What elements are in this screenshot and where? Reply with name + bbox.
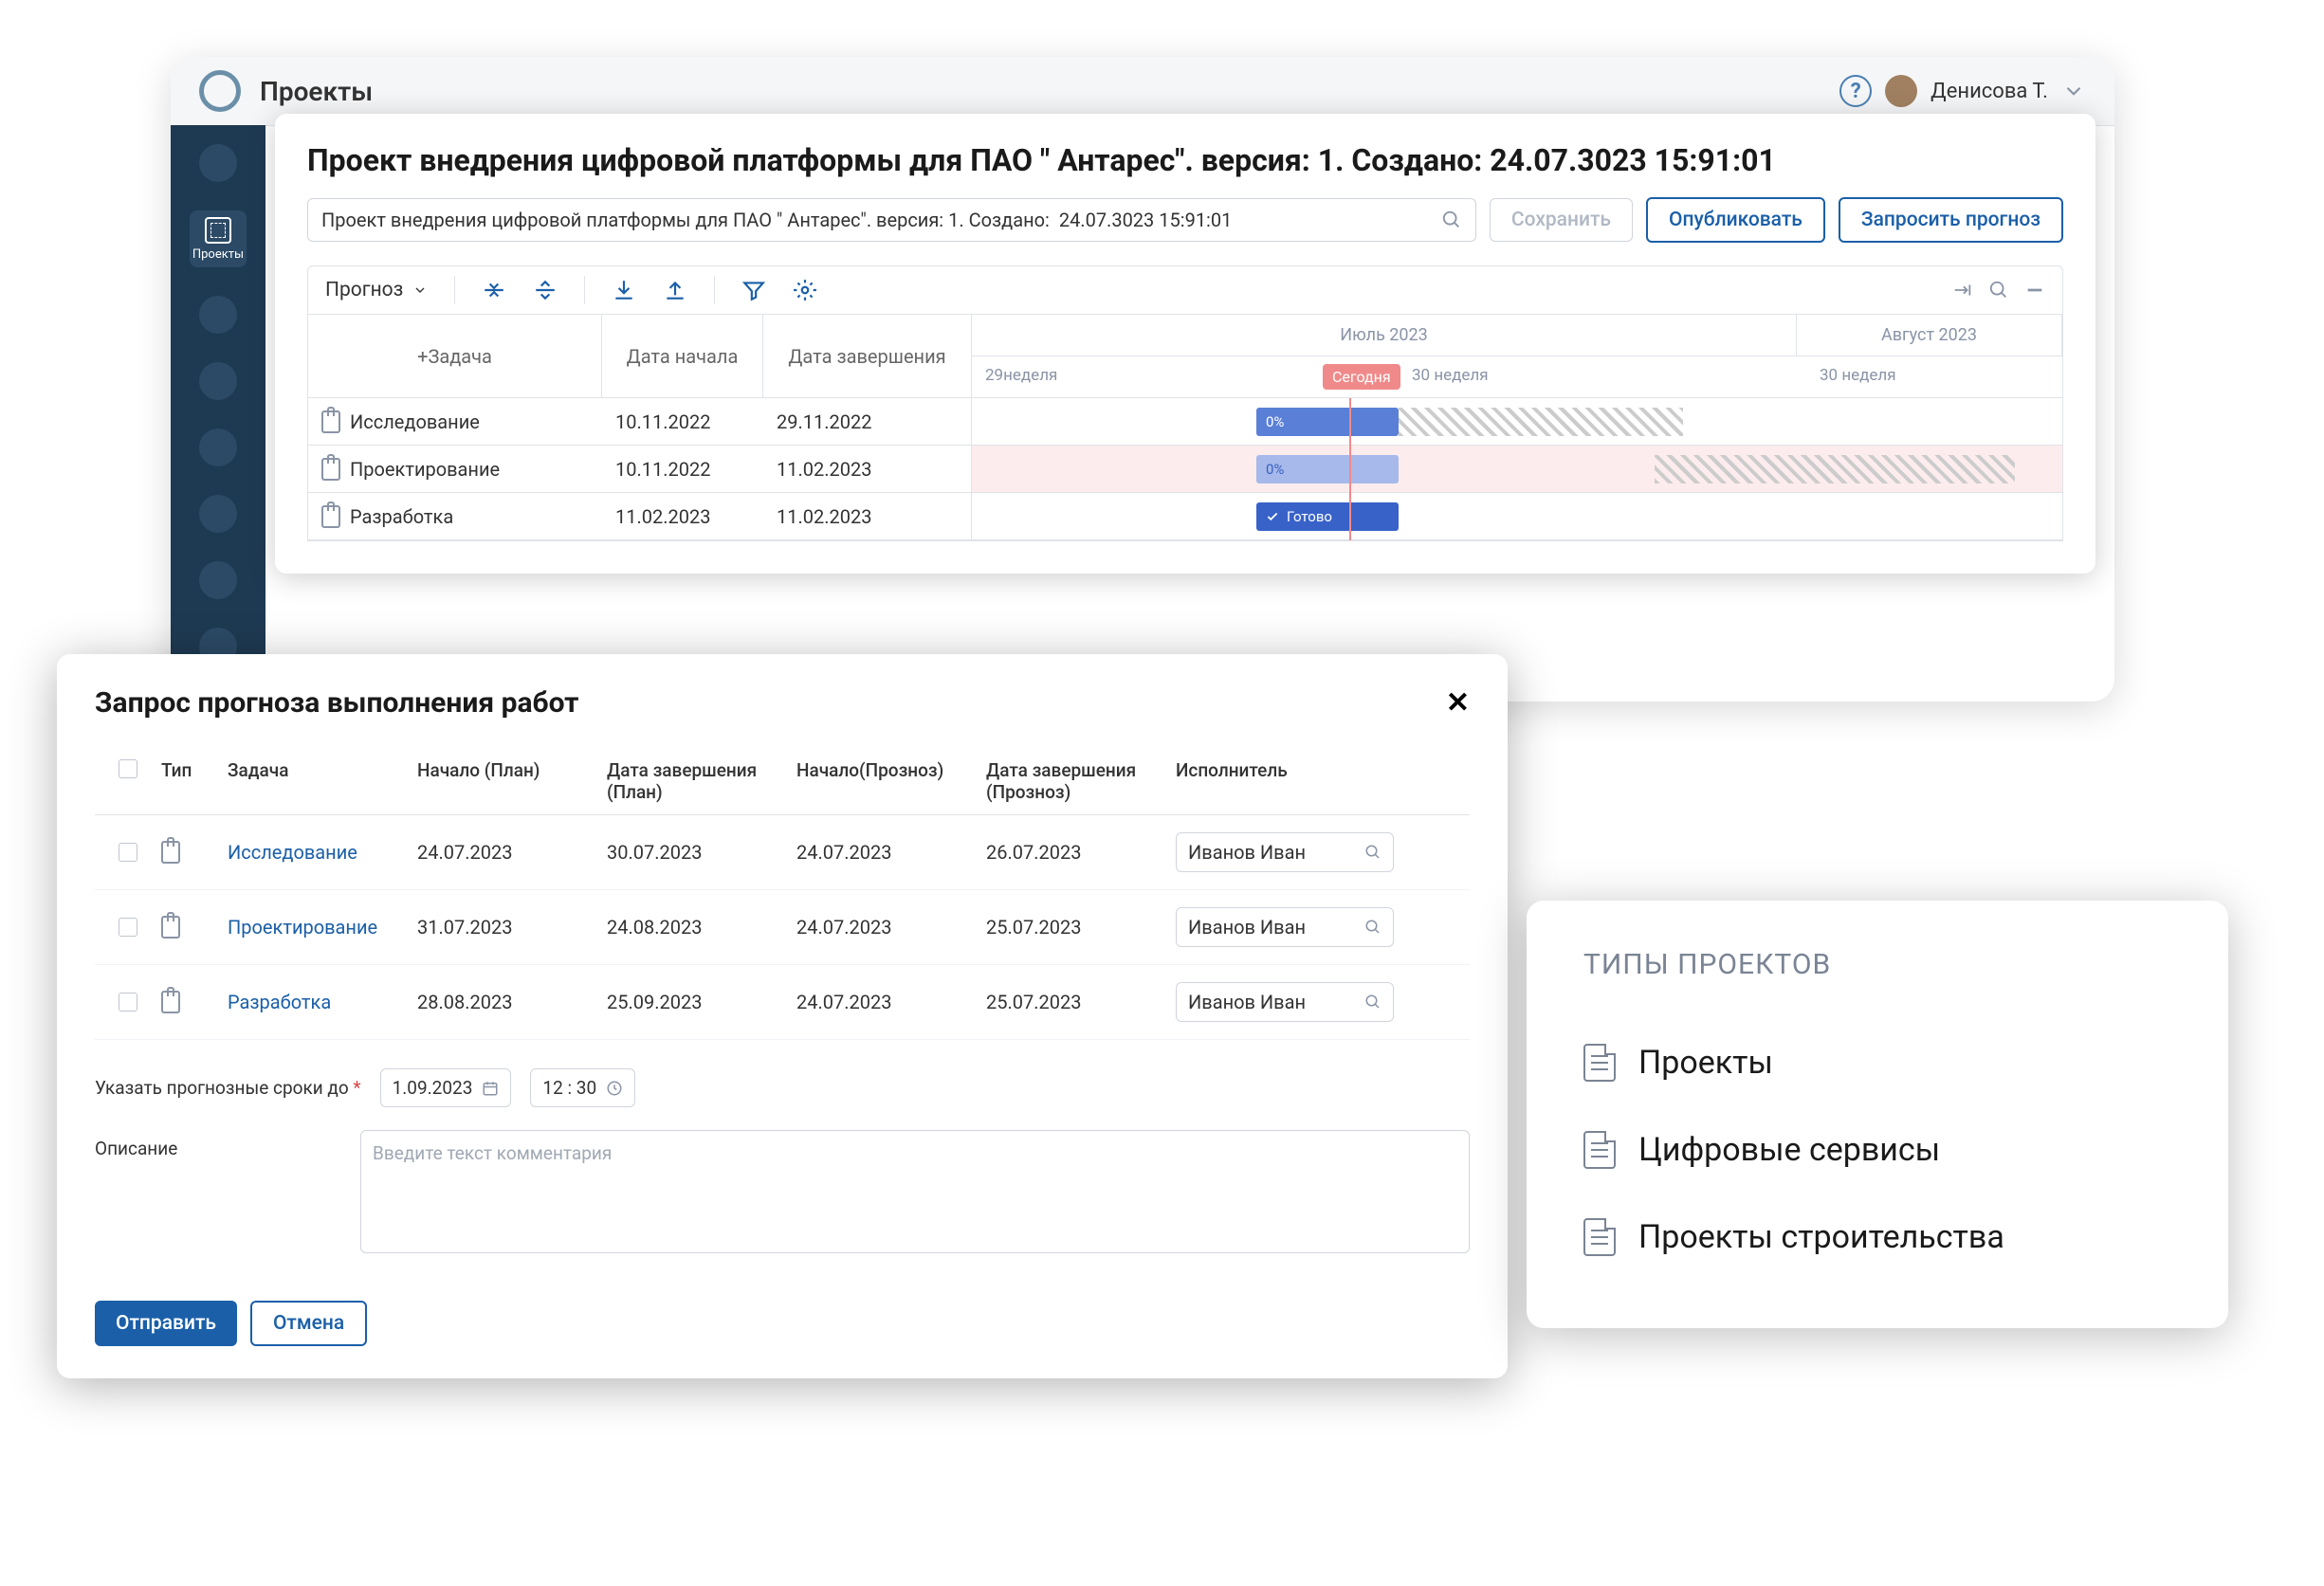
gear-icon[interactable] [793,278,817,302]
gantt-bar[interactable]: 0% [1256,408,1399,436]
gantt-hatch [1399,408,1683,436]
search-icon[interactable] [1364,844,1382,861]
sidebar-item-projects[interactable]: Проекты [190,210,247,267]
executor-input[interactable]: Иванов Иван [1176,832,1394,872]
col-task[interactable]: +Задача [308,315,602,397]
gantt-bar[interactable]: 0% [1256,455,1399,483]
minus-icon[interactable] [2024,280,2045,301]
cancel-button[interactable]: Отмена [250,1301,367,1346]
filter-icon[interactable] [741,278,766,302]
search-icon[interactable] [1364,919,1382,936]
search-icon[interactable] [1988,280,2009,301]
project-type-item[interactable]: Цифровые сервисы [1583,1106,2171,1194]
clipboard-icon [321,505,340,528]
row-checkbox[interactable] [119,993,137,1012]
check-icon [1266,510,1279,523]
task-link[interactable]: Проектирование [228,916,417,939]
month-july: Июль 2023 [972,315,1797,355]
modal-table-header: Тип Задача Начало (План) Дата завершения… [95,748,1470,815]
search-icon[interactable] [1364,994,1382,1011]
sidebar-dot[interactable] [199,362,237,400]
clipboard-icon [161,991,180,1013]
document-icon [1583,1131,1616,1169]
toolbar: Прогноз [307,265,2063,315]
project-panel: Проект внедрения цифровой платформы для … [275,114,2095,574]
col-end: Дата завершения [763,315,971,397]
forecast-selector[interactable]: Прогноз [325,279,428,301]
upload-icon[interactable] [663,278,687,302]
clipboard-icon [161,916,180,939]
sidebar: Проекты [171,125,265,702]
project-type-item[interactable]: Проекты строительства [1583,1194,2171,1281]
project-title: Проект внедрения цифровой платформы для … [307,142,2063,178]
gantt-bar[interactable]: Готово [1256,502,1399,531]
save-button: Сохранить [1490,198,1633,242]
user-name[interactable]: Денисова Т. [1931,80,2048,103]
collapse-icon[interactable] [482,278,506,302]
clipboard-icon [161,841,180,864]
today-badge: Сегодня [1323,364,1400,390]
modal-row: Проектирование 31.07.2023 24.08.2023 24.… [95,890,1470,965]
avatar[interactable] [1885,75,1917,107]
chevron-down-icon [412,283,428,298]
close-icon[interactable]: ✕ [1446,686,1470,720]
row-checkbox[interactable] [119,918,137,937]
expand-icon[interactable] [533,278,558,302]
goto-today-icon[interactable] [1952,280,1973,301]
select-all-checkbox[interactable] [119,759,137,778]
gantt-chart: +Задача Дата начала Дата завершения Иссл… [307,315,2063,541]
projects-icon [205,217,231,244]
forecast-request-modal: Запрос прогноза выполнения работ ✕ Тип З… [57,654,1508,1378]
logo-icon [199,70,241,112]
clock-icon [606,1080,623,1097]
time-input[interactable]: 12 : 30 [530,1068,635,1107]
executor-input[interactable]: Иванов Иван [1176,907,1394,947]
side-title: ТИПЫ ПРОЕКТОВ [1583,948,2171,981]
col-start: Дата начала [602,315,763,397]
gantt-row[interactable]: Исследование 10.11.2022 29.11.2022 [308,398,971,446]
gantt-row[interactable]: Проектирование 10.11.2022 11.02.2023 [308,446,971,493]
publish-button[interactable]: Опубликовать [1646,197,1825,243]
sidebar-dot[interactable] [199,495,237,533]
send-button[interactable]: Отправить [95,1301,237,1346]
sidebar-item-label: Проекты [192,247,244,262]
sidebar-dot[interactable] [199,428,237,466]
gantt-bar-row: Готово [972,493,2062,540]
deadline-label: Указать прогнозные сроки до [95,1077,361,1099]
request-forecast-button[interactable]: Запросить прогноз [1839,197,2063,243]
search-input[interactable] [321,209,1432,231]
chevron-down-icon[interactable] [2061,79,2086,103]
clipboard-icon [321,410,340,433]
month-aug: Август 2023 [1797,315,2062,355]
task-link[interactable]: Разработка [228,991,417,1013]
download-icon[interactable] [612,278,636,302]
help-icon[interactable]: ? [1839,75,1872,107]
sidebar-dot[interactable] [199,144,237,182]
gantt-row[interactable]: Разработка 11.02.2023 11.02.2023 [308,493,971,540]
date-input[interactable]: 1.09.2023 [380,1068,512,1107]
sidebar-dot[interactable] [199,296,237,334]
gantt-bar-row: 0% [972,446,2062,493]
project-types-card: ТИПЫ ПРОЕКТОВ Проекты Цифровые сервисы П… [1527,901,2228,1328]
task-link[interactable]: Исследование [228,841,417,864]
sidebar-dot[interactable] [199,561,237,599]
gantt-bar-row: 0% [972,398,2062,446]
executor-input[interactable]: Иванов Иван [1176,982,1394,1022]
modal-title: Запрос прогноза выполнения работ [95,686,1446,720]
document-icon [1583,1218,1616,1256]
row-checkbox[interactable] [119,843,137,862]
clipboard-icon [321,458,340,481]
modal-row: Исследование 24.07.2023 30.07.2023 24.07… [95,815,1470,890]
calendar-icon [482,1080,499,1097]
description-label: Описание [95,1130,322,1253]
gantt-hatch [1655,455,2015,483]
modal-row: Разработка 28.08.2023 25.09.2023 24.07.2… [95,965,1470,1040]
page-title-bg: Проекты [260,76,1839,107]
project-type-item[interactable]: Проекты [1583,1019,2171,1106]
search-icon[interactable] [1441,210,1462,230]
document-icon [1583,1044,1616,1082]
search-box[interactable] [307,198,1476,242]
description-textarea[interactable]: Введите текст комментария [360,1130,1470,1253]
